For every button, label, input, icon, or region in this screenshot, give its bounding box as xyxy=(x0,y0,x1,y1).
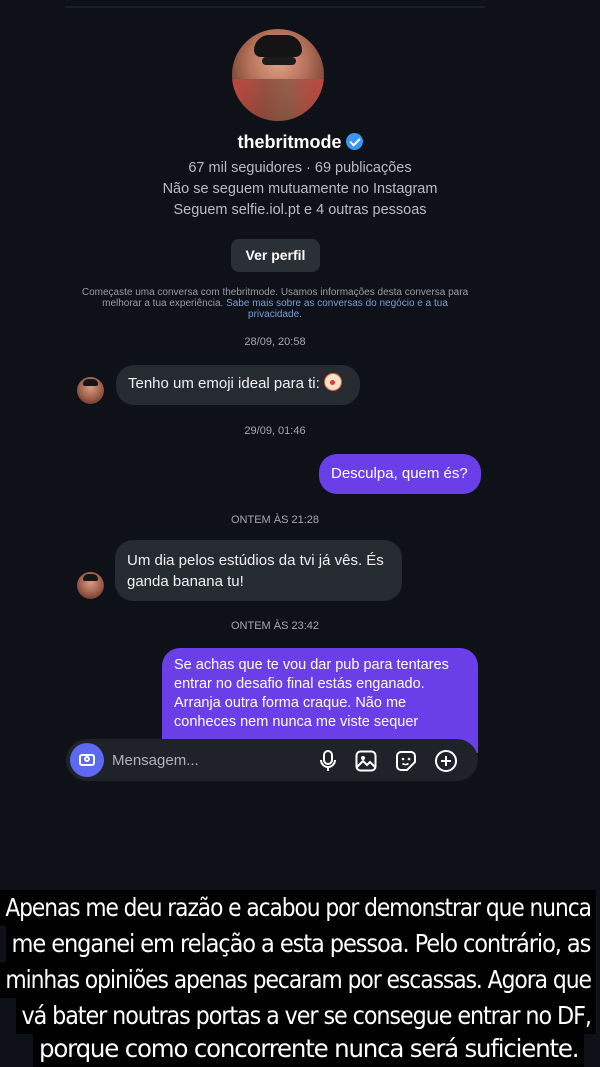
message-line: Se achas que te vou dar pub para tentare… xyxy=(174,657,449,673)
profile-followed-by: Seguem selfie.iol.pt e 4 outras pessoas xyxy=(173,202,427,218)
profile-username-row: thebritmode xyxy=(0,132,600,153)
verified-badge-icon xyxy=(345,133,363,150)
sender-avatar[interactable] xyxy=(77,377,104,404)
caption-line: me enganei em relação a esta pessoa. Pel… xyxy=(6,926,596,962)
message-text: Desculpa, quem és? xyxy=(331,465,468,482)
profile-mutual: Não se seguem mutuamente no Instagram xyxy=(162,181,438,197)
caption-line: minhas opiniões apenas pecaram por escas… xyxy=(0,962,597,998)
timestamp: 29/09, 01:46 xyxy=(244,425,306,437)
timestamp: ONTEM ÀS 21:28 xyxy=(230,514,320,526)
message-bubble-incoming[interactable]: Um dia pelos estúdios da tvi já vês. És … xyxy=(115,540,402,601)
message-line: Um dia pelos estúdios da tvi já vês. És xyxy=(127,552,384,569)
profile-avatar[interactable] xyxy=(232,29,324,121)
microphone-icon[interactable] xyxy=(316,749,340,773)
message-bubble-outgoing[interactable]: Desculpa, quem és? xyxy=(319,454,481,494)
message-line: conheces nem nunca me viste sequer xyxy=(174,714,419,730)
timestamp: 28/09, 20:58 xyxy=(244,336,306,348)
sender-avatar[interactable] xyxy=(77,572,104,599)
view-profile-button[interactable]: Ver perfil xyxy=(231,239,320,272)
caption-line: Apenas me deu razão e acabou por demonst… xyxy=(0,890,597,926)
profile-stats: 67 mil seguidores · 69 publicações xyxy=(188,160,412,176)
notice-link[interactable]: Sabe mais sobre as conversas do negócio … xyxy=(226,298,448,320)
message-line: Arranja outra forma craque. Não me xyxy=(174,695,407,711)
sticker-icon[interactable] xyxy=(394,749,418,773)
gallery-icon[interactable] xyxy=(354,749,378,773)
message-input[interactable] xyxy=(112,749,292,771)
caption-line: porque como concorrente nunca será sufic… xyxy=(33,1031,585,1067)
top-divider xyxy=(65,6,485,8)
message-text: Tenho um emoji ideal para ti: xyxy=(128,375,320,392)
timestamp: ONTEM ÀS 23:42 xyxy=(230,620,320,632)
message-line: ganda banana tu! xyxy=(127,573,244,590)
message-bubble-incoming[interactable]: Tenho um emoji ideal para ti: xyxy=(116,365,360,405)
conversation-notice: Começaste uma conversa com thebritmode. … xyxy=(76,287,474,320)
camera-icon[interactable] xyxy=(70,743,104,777)
add-icon[interactable] xyxy=(434,749,458,773)
clown-emoji-icon xyxy=(323,373,342,391)
message-bubble-outgoing[interactable]: Se achas que te vou dar pub para tentare… xyxy=(162,648,478,753)
caption-line: vá bater noutras portas a ver se consegu… xyxy=(16,998,597,1034)
profile-username: thebritmode xyxy=(237,132,342,152)
message-line: entrar no desafio final estás enganado. xyxy=(174,676,425,692)
